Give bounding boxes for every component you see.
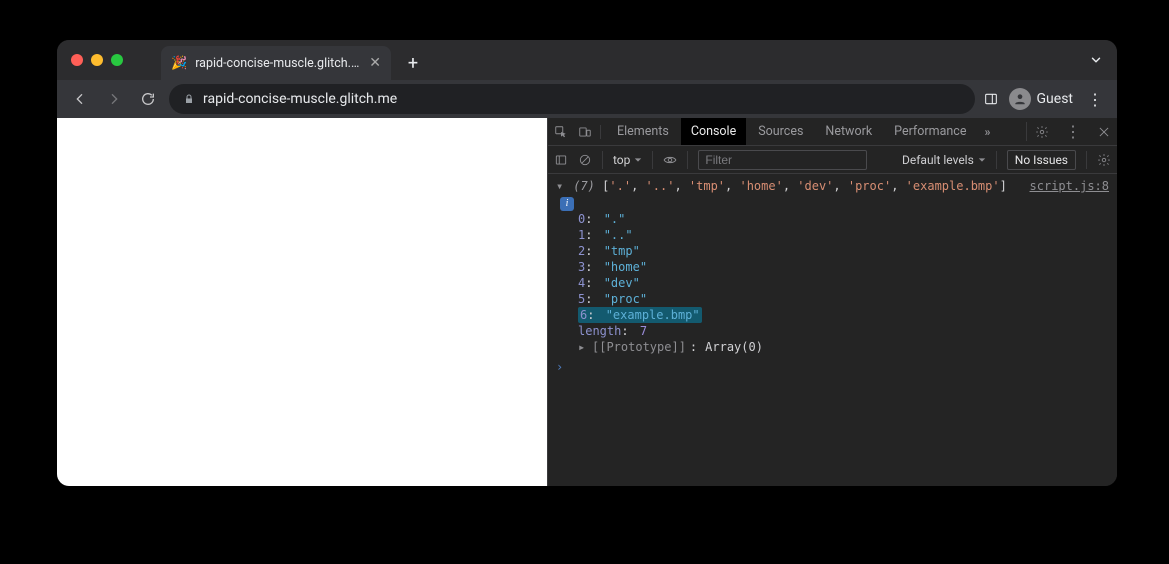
tabs-dropdown-button[interactable] (1089, 52, 1103, 71)
favicon-icon: 🎉 (171, 56, 187, 71)
back-button[interactable] (67, 86, 93, 112)
main-menu-button[interactable]: ⋮ (1083, 90, 1107, 109)
window-controls (71, 54, 123, 66)
array-entry[interactable]: 3: "home" (578, 259, 1117, 275)
length-row: length: 7 (548, 323, 1117, 339)
lock-icon (183, 93, 195, 105)
close-tab-button[interactable]: ✕ (369, 55, 381, 71)
levels-label: Default levels (902, 153, 974, 167)
console-prompt[interactable]: › (548, 355, 1117, 379)
devtools-panel: Elements Console Sources Network Perform… (547, 118, 1117, 486)
array-count: (7) (573, 179, 595, 193)
devtools-leading-tools (554, 125, 601, 139)
devtools-tabs: Elements Console Sources Network Perform… (548, 118, 1117, 146)
info-icon[interactable]: i (560, 197, 574, 211)
toolbar: rapid-concise-muscle.glitch.me Guest ⋮ (57, 80, 1117, 118)
length-key: length (578, 324, 621, 338)
separator (1086, 151, 1087, 169)
issues-button[interactable]: No Issues (1007, 150, 1076, 170)
more-tabs-button[interactable]: » (978, 125, 996, 139)
avatar-icon (1009, 88, 1031, 110)
prototype-value: Array(0) (705, 339, 763, 355)
inspect-element-icon[interactable] (554, 125, 568, 139)
array-entry[interactable]: 2: "tmp" (578, 243, 1117, 259)
toolbar-actions: Guest ⋮ (983, 88, 1107, 110)
close-devtools-button[interactable] (1097, 125, 1111, 139)
minimize-window-button[interactable] (91, 54, 103, 66)
separator (602, 151, 603, 169)
console-output: ▾ (7) ['.', '..', 'tmp', 'home', 'dev', … (548, 174, 1117, 486)
maximize-window-button[interactable] (111, 54, 123, 66)
tab-console[interactable]: Console (681, 118, 746, 145)
context-selector[interactable]: top (613, 153, 642, 167)
filter-input[interactable] (698, 150, 867, 170)
array-entry[interactable]: 4: "dev" (578, 275, 1117, 291)
address-bar[interactable]: rapid-concise-muscle.glitch.me (169, 84, 975, 114)
disclosure-triangle-icon[interactable]: ▸ (578, 339, 588, 355)
browser-tab[interactable]: 🎉 rapid-concise-muscle.glitch.me ✕ (161, 46, 391, 80)
console-settings-icon[interactable] (1097, 153, 1111, 167)
close-window-button[interactable] (71, 54, 83, 66)
url-text: rapid-concise-muscle.glitch.me (203, 91, 397, 107)
context-label: top (613, 153, 630, 167)
tab-performance[interactable]: Performance (884, 118, 976, 145)
disclosure-triangle-icon[interactable]: ▾ (556, 178, 566, 194)
live-expression-icon[interactable] (663, 153, 677, 167)
log-levels-dropdown[interactable]: Default levels (902, 153, 986, 167)
log-entry[interactable]: ▾ (7) ['.', '..', 'tmp', 'home', 'dev', … (548, 178, 1117, 211)
prototype-label: [[Prototype]] (592, 339, 686, 355)
side-panel-icon[interactable] (983, 91, 999, 107)
page-viewport (57, 118, 547, 486)
console-toolbar: top Default levels No Issues (548, 146, 1117, 174)
settings-icon[interactable] (1035, 125, 1049, 139)
devtools-menu-button[interactable]: ⋮ (1061, 122, 1085, 141)
length-value: 7 (640, 324, 647, 338)
array-entry[interactable]: 1: ".." (578, 227, 1117, 243)
device-toolbar-icon[interactable] (578, 125, 592, 139)
tab-title: rapid-concise-muscle.glitch.me (195, 56, 361, 71)
tab-network[interactable]: Network (815, 118, 882, 145)
array-summary: (7) ['.', '..', 'tmp', 'home', 'dev', 'p… (573, 179, 1007, 193)
profile-button[interactable]: Guest (1009, 88, 1073, 110)
sidebar-toggle-icon[interactable] (554, 153, 568, 167)
clear-console-icon[interactable] (578, 153, 592, 167)
tab-sources[interactable]: Sources (748, 118, 813, 145)
array-entries: 0: "."1: ".."2: "tmp"3: "home"4: "dev"5:… (548, 211, 1117, 323)
new-tab-button[interactable]: + (402, 52, 424, 74)
array-entry[interactable]: 6: "example.bmp" (578, 307, 1117, 323)
titlebar: 🎉 rapid-concise-muscle.glitch.me ✕ + (57, 40, 1117, 80)
separator (996, 151, 997, 169)
tab-elements[interactable]: Elements (607, 118, 679, 145)
array-entry[interactable]: 5: "proc" (578, 291, 1117, 307)
forward-button[interactable] (101, 86, 127, 112)
guest-label: Guest (1037, 91, 1073, 107)
source-link[interactable]: script.js:8 (1018, 178, 1109, 194)
prototype-row[interactable]: ▸ [[Prototype]]: Array(0) (548, 339, 1117, 355)
array-entry[interactable]: 0: "." (578, 211, 1117, 227)
separator (687, 151, 688, 169)
reload-button[interactable] (135, 86, 161, 112)
content-area: Elements Console Sources Network Perform… (57, 118, 1117, 486)
separator (652, 151, 653, 169)
devtools-trailing-tools: ⋮ (1026, 122, 1111, 141)
browser-window: 🎉 rapid-concise-muscle.glitch.me ✕ + rap… (57, 40, 1117, 486)
